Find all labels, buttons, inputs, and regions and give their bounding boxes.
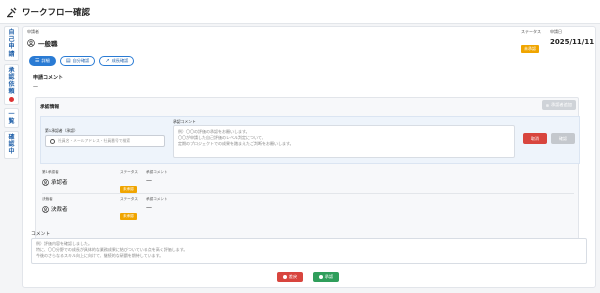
approval-comment-field[interactable]: 例）〇〇の評価の承認をお願いします。 〇〇が申請した自己評価のレベル判定について… [173, 125, 515, 158]
approver-stage-label: 第1承認者 [42, 170, 59, 174]
approver-row: 第1承認者 承認者 ステータス 未承認 承認コメント — [42, 170, 574, 193]
application-comment: 申請コメント — [33, 74, 63, 90]
approver-status-label: ステータス [120, 170, 138, 174]
approver-stage-label: 第1承認者（承認） [45, 128, 78, 133]
status-badge: 未承認 [521, 45, 539, 53]
detail-tabs: ☰ 詳細 ▤ 自分確認 ↗ 成長確認 [29, 56, 135, 66]
approve-button[interactable]: 承認 [313, 272, 339, 282]
sidebar-tab-confirming[interactable]: 確 認 中 [4, 131, 19, 159]
approver-search-input[interactable]: 社員名・メールアドレス・社員番号で検索 [45, 135, 165, 147]
workflow-card: 申請者 一般職 ステータス 未承認 申請日 2025/11/11 ☰ 詳細 ▤ … [22, 26, 596, 288]
sidebar: 自 己 申 請 承 認 依 頼 一 覧 確 認 中 [4, 26, 19, 162]
reject-button[interactable]: 差戻 [277, 272, 303, 282]
add-user-icon: ⊕ [545, 102, 550, 108]
sidebar-tab-list[interactable]: 一 覧 [4, 107, 19, 129]
applicant-name: 一般職 [38, 40, 58, 48]
user-icon [42, 178, 49, 186]
notification-dot [9, 96, 14, 102]
trend-icon: ↗ [105, 58, 110, 64]
approver-status-badge: 未承認 [120, 186, 137, 193]
application-comment-value: — [33, 84, 38, 90]
approval-info-title: 承認情報 [40, 105, 60, 110]
application-comment-label: 申請コメント [33, 75, 64, 81]
page-title: ワークフロー確認 [22, 7, 91, 18]
user-icon [42, 205, 49, 213]
user-icon [27, 39, 35, 47]
add-approver-button[interactable]: ⊕ 承認者追加 [541, 100, 576, 110]
date-value: 2025/11/11 [550, 38, 595, 46]
tab-growth-check[interactable]: ↗ 成長確認 [99, 56, 135, 66]
approver-row: 決裁者 決裁者 ステータス 未承認 承認コメント — [42, 197, 574, 220]
status-section: ステータス 未承認 [521, 29, 541, 54]
approver-comment-label: 承認コメント [146, 170, 168, 174]
comment-label: コメント [31, 232, 51, 237]
approver-name: 承認者 [51, 180, 68, 186]
date-label: 申請日 [550, 29, 562, 34]
applicant-section: 申請者 一般職 [27, 29, 58, 48]
approver-comment-label: 承認コメント [146, 197, 168, 201]
workflow-icon [7, 7, 17, 17]
document-icon: ▤ [65, 58, 71, 64]
approver-name: 決裁者 [51, 207, 68, 213]
approver-edit-row: 第1承認者（承認） 社員名・メールアドレス・社員番号で検索 承認コメント 例）〇… [40, 116, 580, 164]
tab-self-check[interactable]: ▤ 自分確認 [59, 56, 96, 66]
tab-detail[interactable]: ☰ 詳細 [29, 56, 56, 66]
comment-field[interactable]: 例）評価内容を確認しました。 特に、〇〇分野での成長が具体的な業務成果に結びつい… [31, 238, 587, 264]
reject-icon [282, 275, 287, 279]
title-bar: ワークフロー確認 [0, 0, 600, 24]
search-icon [50, 138, 55, 144]
sidebar-tab-label: 承 [8, 66, 15, 74]
approver-status-label: ステータス [120, 197, 138, 201]
sidebar-tab-label: 一 [8, 110, 15, 118]
approver-status-badge: 未承認 [120, 213, 137, 220]
date-section: 申請日 2025/11/11 [550, 29, 594, 46]
cancel-button[interactable]: 取消 [523, 133, 547, 144]
status-label: ステータス [521, 29, 541, 34]
confirm-button[interactable]: 確認 [551, 133, 575, 144]
sidebar-tab-self-application[interactable]: 自 己 申 請 [4, 26, 19, 61]
applicant-label: 申請者 [27, 29, 39, 34]
divider [42, 193, 574, 194]
approval-info: 承認情報 ⊕ 承認者追加 第1承認者（承認） 社員名・メールアドレス・社員番号で… [35, 97, 580, 247]
approver-stage-label: 決裁者 [42, 197, 53, 201]
approve-icon [318, 275, 323, 279]
list-icon: ☰ [35, 58, 40, 64]
sidebar-tab-approval-request[interactable]: 承 認 依 頼 [4, 63, 19, 105]
approver-comment-value: — [146, 204, 152, 211]
approver-comment-value: — [146, 177, 152, 184]
